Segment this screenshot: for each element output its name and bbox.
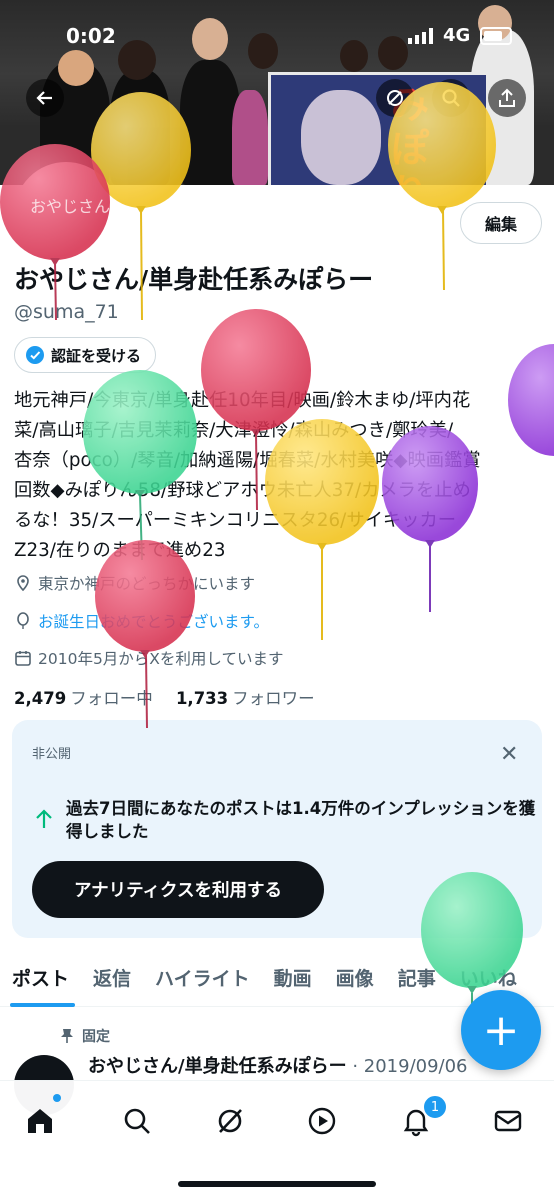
compose-post-button[interactable]: + bbox=[461, 990, 541, 1070]
nav-messages[interactable] bbox=[488, 1101, 528, 1141]
followers-count: 1,733 bbox=[175, 689, 229, 708]
bio-line: 菜/高山璃子/吉見茉莉奈/大津澄怜/森山みつき/鄭玲美/ bbox=[14, 420, 454, 441]
status-time: 0:02 bbox=[66, 24, 116, 48]
nav-search[interactable] bbox=[117, 1101, 157, 1141]
profile-location: 東京か神戸のどっちかにいます bbox=[14, 572, 255, 594]
pin-icon bbox=[61, 1029, 73, 1043]
search-button[interactable] bbox=[432, 79, 470, 117]
home-indicator[interactable] bbox=[178, 1181, 376, 1187]
video-icon bbox=[308, 1107, 336, 1135]
followers-link[interactable]: 1,733 フォロワー bbox=[176, 689, 315, 708]
network-label: 4G bbox=[443, 25, 471, 46]
back-button[interactable] bbox=[26, 79, 64, 117]
home-unread-dot bbox=[53, 1094, 61, 1102]
get-verified-label: 認証を受ける bbox=[51, 346, 142, 365]
close-icon[interactable]: ✕ bbox=[500, 742, 518, 767]
location-text: 東京か神戸のどっちかにいます bbox=[38, 575, 256, 593]
messages-icon bbox=[494, 1110, 522, 1132]
grok-icon bbox=[218, 1109, 242, 1133]
pinned-indicator: 固定 bbox=[60, 1026, 110, 1046]
verified-badge-icon bbox=[26, 346, 44, 364]
private-label: 非公開 bbox=[32, 747, 72, 762]
profile-avatar[interactable] bbox=[14, 162, 118, 266]
profile-name: おやじさん/単身赴任系みぽらー bbox=[14, 265, 374, 294]
bio-line: 地元神戸/今東京/単身赴任10年目/映画/鈴木まゆ/坪内花 bbox=[14, 390, 471, 411]
following-label: フォロー中 bbox=[70, 689, 153, 708]
birthday-text[interactable]: お誕生日おめでとうございます。 bbox=[38, 610, 269, 632]
edit-profile-button[interactable]: 編集 bbox=[460, 202, 542, 244]
location-pin-icon bbox=[17, 575, 29, 592]
share-button[interactable] bbox=[488, 79, 526, 117]
notifications-badge: 1 bbox=[422, 1094, 448, 1120]
nav-grok[interactable] bbox=[210, 1101, 250, 1141]
bio-line: Z23/在りのままで進め23 bbox=[14, 540, 226, 561]
nav-video[interactable] bbox=[302, 1101, 342, 1141]
tab-highlights[interactable]: ハイライト bbox=[143, 950, 262, 1006]
followers-label: フォロワー bbox=[232, 689, 315, 708]
tab-replies[interactable]: 返信 bbox=[81, 950, 143, 1006]
back-arrow-icon bbox=[36, 91, 52, 105]
tweet-author: おやじさん/単身赴任系みぽらー bbox=[88, 1056, 347, 1077]
calendar-icon bbox=[15, 651, 31, 666]
signal-icon bbox=[408, 28, 433, 44]
get-verified-button[interactable]: 認証を受ける bbox=[14, 337, 157, 373]
bio-line: 回数◆みぽりん58/野球どアホウ未亡人37/カメラを止め bbox=[14, 480, 471, 501]
pinned-label: 固定 bbox=[82, 1029, 110, 1045]
bio-line: 杏奈（poco）/琴音/加納遥陽/堀春菜/水村美咲◆映画鑑賞 bbox=[14, 450, 481, 471]
tab-articles[interactable]: 記事 bbox=[386, 950, 448, 1006]
profile-tabs: ポスト 返信 ハイライト 動画 画像 記事 いいね bbox=[0, 950, 554, 1007]
profile-birthday: お誕生日おめでとうございます。 bbox=[14, 610, 269, 632]
search-icon bbox=[442, 89, 460, 107]
joined-text: 2010年5月からXを利用しています bbox=[38, 650, 284, 668]
profile-handle: @suma_71 bbox=[14, 301, 119, 323]
following-link[interactable]: 2,479 フォロー中 bbox=[14, 689, 153, 708]
analytics-cta-button[interactable]: アナリティクスを利用する bbox=[32, 861, 324, 918]
tweet-header[interactable]: おやじさん/単身赴任系みぽらー · 2019/09/06 bbox=[88, 1052, 468, 1078]
following-count: 2,479 bbox=[14, 689, 67, 708]
grok-button[interactable] bbox=[376, 79, 414, 117]
tab-posts[interactable]: ポスト bbox=[0, 950, 81, 1007]
balloon-icon bbox=[17, 612, 29, 629]
follow-stats: 2,479 フォロー中 1,733 フォロワー bbox=[14, 685, 315, 709]
profile-joined: 2010年5月からXを利用しています bbox=[14, 647, 283, 669]
profile-bio: 地元神戸/今東京/単身赴任10年目/映画/鈴木まゆ/坪内花 菜/高山璃子/吉見茉… bbox=[14, 386, 546, 566]
search-icon bbox=[124, 1108, 150, 1134]
grok-icon bbox=[387, 90, 403, 106]
bio-line: るな！35/スーパーミキンコリニスタ26/サイキッカー bbox=[14, 510, 457, 531]
share-icon bbox=[499, 88, 515, 107]
nav-home[interactable] bbox=[20, 1101, 60, 1141]
tweet-date: · 2019/09/06 bbox=[352, 1056, 468, 1077]
analytics-message: 過去7日間にあなたのポストは1.4万件のインプレッションを獲得しました bbox=[66, 799, 536, 841]
analytics-card: 非公開 ✕ 過去7日間にあなたのポストは1.4万件のインプレッションを獲得しまし… bbox=[12, 720, 542, 938]
home-icon bbox=[28, 1109, 52, 1133]
battery-icon bbox=[480, 27, 512, 45]
tab-media[interactable]: 画像 bbox=[324, 950, 386, 1006]
arrow-up-icon bbox=[36, 809, 52, 828]
tab-videos[interactable]: 動画 bbox=[262, 950, 324, 1006]
